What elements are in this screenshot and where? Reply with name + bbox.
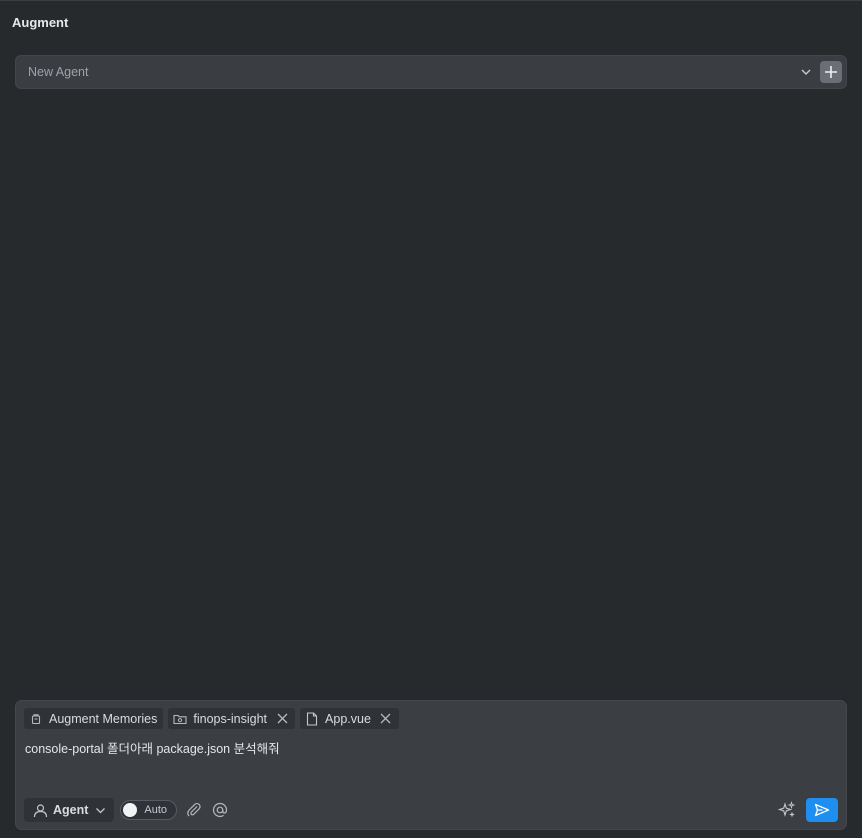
- composer-toolbar: Agent Auto: [24, 798, 838, 822]
- context-chips: Augment Memories finops-insight App.vue: [24, 708, 399, 729]
- send-icon: [814, 803, 830, 817]
- chevron-down-icon[interactable]: [798, 64, 814, 80]
- chat-composer[interactable]: Augment Memories finops-insight App.vue: [15, 700, 847, 830]
- toggle-knob: [123, 803, 138, 817]
- send-button[interactable]: [806, 798, 838, 822]
- auto-toggle[interactable]: Auto: [120, 800, 178, 820]
- panel-title: Augment: [12, 15, 69, 30]
- context-chip-label: finops-insight: [193, 711, 268, 726]
- message-input[interactable]: console-portal 폴더아래 package.json 분석해줘: [25, 738, 280, 757]
- file-icon: [305, 711, 319, 726]
- at-icon[interactable]: [211, 801, 229, 819]
- close-icon[interactable]: [379, 712, 393, 726]
- user-icon: [32, 802, 48, 818]
- agent-mode-dropdown[interactable]: Agent: [24, 798, 115, 822]
- chevron-down-icon: [94, 804, 106, 816]
- memory-icon: [29, 712, 43, 726]
- context-chip-memories[interactable]: Augment Memories: [24, 708, 164, 729]
- plus-icon: [824, 65, 838, 79]
- context-chip-file[interactable]: App.vue: [300, 708, 399, 729]
- context-chip-label: App.vue: [325, 711, 371, 726]
- thread-selector-label: New Agent: [28, 65, 89, 79]
- folder-icon: [173, 712, 187, 726]
- close-icon[interactable]: [275, 712, 289, 726]
- new-thread-button[interactable]: [820, 61, 842, 83]
- context-chip-label: Augment Memories: [49, 711, 158, 726]
- auto-toggle-label: Auto: [144, 804, 168, 816]
- context-chip-folder[interactable]: finops-insight: [168, 708, 296, 729]
- sparkle-icon[interactable]: [778, 801, 796, 819]
- agent-mode-label: Agent: [53, 803, 89, 817]
- thread-selector[interactable]: New Agent: [15, 55, 847, 89]
- augment-panel: Augment New Agent Augment Memories finop…: [0, 0, 862, 838]
- paperclip-icon[interactable]: [185, 801, 203, 819]
